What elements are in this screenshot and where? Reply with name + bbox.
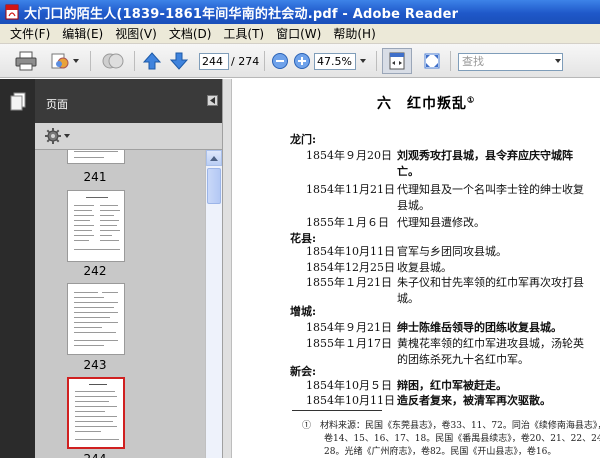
pages-panel-toolbar	[35, 123, 222, 150]
scrollbar-thumb[interactable]	[207, 168, 221, 204]
share-button[interactable]	[98, 50, 128, 72]
printer-icon	[15, 51, 37, 71]
entry-text: 代理知县遭修改。	[397, 216, 485, 229]
fit-width-button[interactable]	[382, 48, 412, 74]
pdf-app-icon	[5, 4, 19, 20]
collapse-panel-button[interactable]	[207, 95, 218, 106]
title-bar: 大门口的陌生人(1839-1861年间华南的社会动.pdf - Adobe Re…	[0, 0, 600, 24]
thumbnail-label: 243	[83, 358, 107, 372]
menu-view[interactable]: 视图(V)	[109, 25, 163, 42]
entry-text-cont: 县城。	[397, 199, 430, 212]
entry-text: 黄槐花率领的红巾军进攻县城，汤轮英	[397, 337, 584, 350]
entry-date: 1854年10月11日	[306, 394, 395, 407]
entry-text: 绅士陈维岳领导的团练收复县城。	[397, 321, 562, 334]
menu-document[interactable]: 文档(D)	[163, 25, 218, 42]
document-view: 六 红巾叛乱① 龙门: 1854年９月20日 刘观秀攻打县城，县令弃应庆守城阵 …	[232, 79, 600, 458]
scroll-up-button[interactable]	[206, 150, 222, 166]
collaborate-button[interactable]	[47, 50, 81, 72]
previous-page-button[interactable]	[141, 50, 163, 72]
entry-date: 1855年１月21日	[306, 276, 392, 289]
page-total: / 274	[231, 55, 260, 68]
find-input[interactable]: 查找	[458, 53, 563, 71]
page-heading: 六 红巾叛乱①	[377, 94, 476, 112]
entry-date: 1854年９月21日	[306, 321, 392, 334]
footnote-line: ① 材料来源：民国《东莞县志》，卷33、11、72。同治《续修南海县志》，	[302, 421, 600, 431]
panel-splitter[interactable]	[222, 79, 232, 458]
navigation-strip	[0, 79, 35, 458]
next-page-button[interactable]	[168, 50, 190, 72]
entry-text-cont: 的团练杀死九十名红巾军。	[397, 353, 529, 366]
footnote-line: 28。光绪《广州府志》，卷82。民国《开山县志》，卷16。	[324, 447, 557, 457]
entry-text: 辩困，红巾军被赶走。	[397, 379, 507, 392]
arrow-up-icon	[142, 52, 162, 70]
entry-date: 1854年12月25日	[306, 261, 395, 274]
entry-text-cont: 亡。	[397, 165, 419, 178]
section-place: 增城:	[290, 305, 317, 318]
footnote-rule	[292, 410, 382, 411]
page-thumbnail-241[interactable]	[67, 150, 125, 164]
chevron-down-icon	[72, 59, 79, 63]
chevron-down-icon[interactable]	[555, 59, 561, 63]
gear-icon	[45, 128, 61, 144]
entry-text: 造反者复来，被清军再次驱散。	[397, 394, 551, 407]
entry-text: 代理知县及一个名叫李士铨的绅士收复	[397, 183, 584, 196]
thumbnail-label: 241	[83, 170, 107, 184]
page-thumbnail-242[interactable]	[67, 190, 125, 262]
entry-text: 官军与乡团同攻县城。	[397, 245, 507, 258]
zoom-in-icon	[294, 53, 310, 69]
footnote-line: 卷14、15、16、17、18。民国《番禺县续志》，卷20、21、22、24、	[324, 434, 600, 444]
page-thumbnail-243[interactable]	[67, 283, 125, 355]
triangle-left-icon	[209, 97, 215, 104]
fit-width-icon	[389, 52, 405, 70]
thumbnails-scrollbar[interactable]	[205, 150, 222, 458]
menu-edit[interactable]: 编辑(E)	[56, 25, 109, 42]
pages-panel-title: 页面	[46, 98, 68, 111]
thumbnail-label: 244	[65, 452, 125, 458]
zoom-input[interactable]: 47.5%	[314, 53, 356, 70]
page-thumbnails: 241 242 243	[35, 150, 205, 458]
thumbnail-label: 242	[83, 264, 107, 278]
entry-text: 朱子仪和甘先率领的红巾军再次攻打县	[397, 276, 584, 289]
chevron-up-icon	[210, 155, 218, 161]
zoom-out-icon	[272, 53, 288, 69]
entry-text-cont: 城。	[397, 292, 419, 305]
entry-date: 1854年10月５日	[306, 379, 392, 392]
pages-panel-header: 页面	[35, 79, 222, 123]
collaborate-icon	[51, 53, 68, 69]
section-place: 龙门:	[290, 133, 317, 146]
page-number-input[interactable]: 244	[199, 53, 229, 70]
full-screen-button[interactable]	[420, 50, 444, 72]
menu-window[interactable]: 窗口(W)	[270, 25, 327, 42]
entry-date: 1854年11月21日	[306, 183, 395, 196]
share-icon	[102, 53, 124, 69]
menu-tools[interactable]: 工具(T)	[217, 25, 270, 42]
chevron-down-icon	[64, 134, 70, 138]
chevron-down-icon	[360, 59, 366, 63]
panel-options-button[interactable]	[45, 128, 70, 144]
print-button[interactable]	[13, 50, 39, 72]
entry-text: 刘观秀攻打县城，县令弃应庆守城阵	[397, 149, 573, 162]
menu-file[interactable]: 文件(F)	[4, 25, 56, 42]
entry-date: 1854年10月11日	[306, 245, 395, 258]
zoom-in-button[interactable]	[292, 50, 312, 72]
menu-help[interactable]: 帮助(H)	[327, 25, 381, 42]
menu-bar: 文件(F) 编辑(E) 视图(V) 文档(D) 工具(T) 窗口(W) 帮助(H…	[0, 24, 600, 44]
zoom-out-button[interactable]	[270, 50, 290, 72]
toolbar: 244 / 274 47.5% 查找	[0, 44, 600, 78]
arrow-down-icon	[169, 52, 189, 70]
window-title: 大门口的陌生人(1839-1861年间华南的社会动.pdf - Adobe Re…	[24, 6, 459, 22]
entry-date: 1855年１月６日	[306, 216, 389, 229]
page-thumbnail-244[interactable]	[67, 377, 125, 449]
pages-icon[interactable]	[9, 92, 27, 112]
entry-date: 1854年９月20日	[306, 149, 392, 162]
entry-date: 1855年１月17日	[306, 337, 392, 350]
full-screen-icon	[424, 53, 440, 69]
entry-text: 收复县城。	[397, 261, 452, 274]
zoom-dropdown[interactable]	[358, 50, 368, 72]
